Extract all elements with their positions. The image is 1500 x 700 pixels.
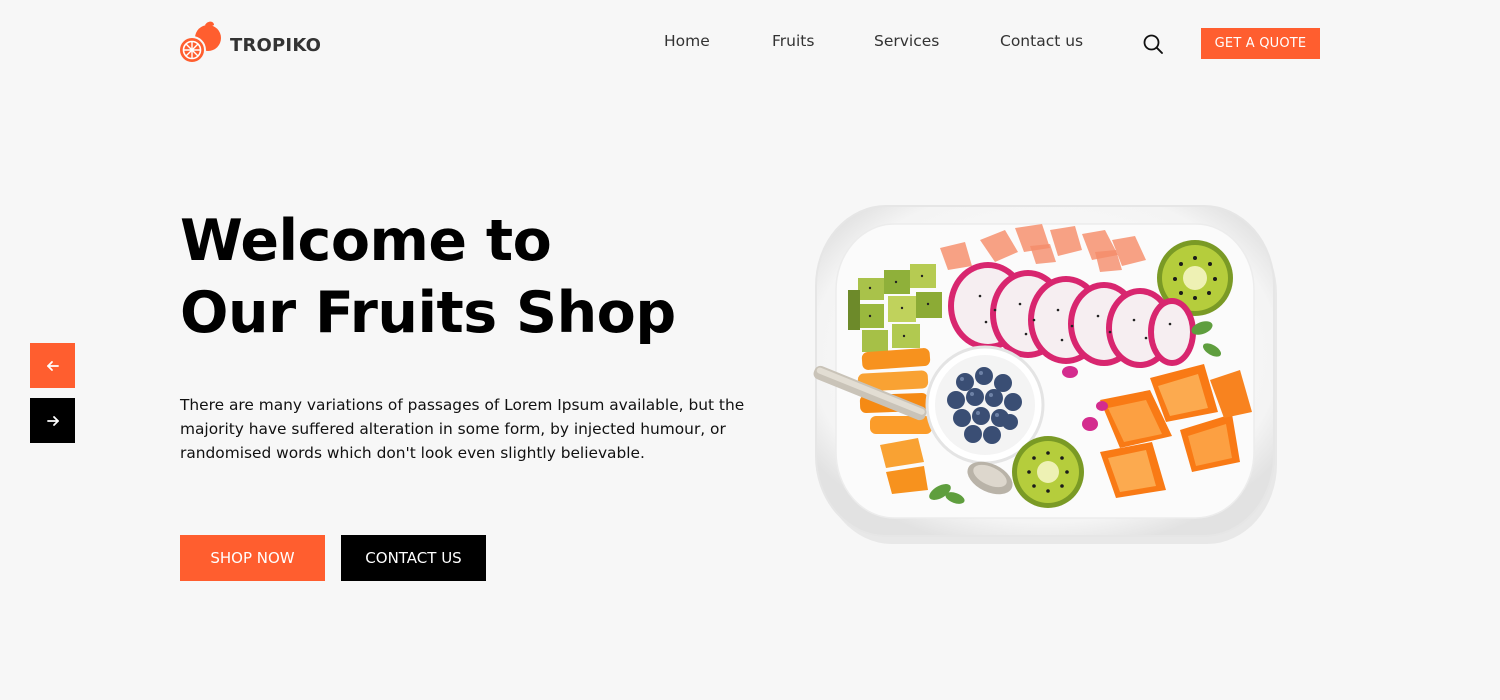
slider-next-button[interactable] (30, 398, 75, 443)
hero-title: Welcome to Our Fruits Shop (180, 205, 676, 349)
nav-item-fruits[interactable]: Fruits (772, 32, 814, 50)
hero-title-line-2: Our Fruits Shop (180, 280, 676, 346)
site-header: TROPIKO Home Fruits Services Contact us … (0, 0, 1500, 86)
brand-name: TROPIKO (230, 34, 322, 56)
search-icon (1143, 34, 1163, 54)
search-button[interactable] (1142, 33, 1164, 55)
hero-title-line-1: Welcome to (180, 208, 552, 274)
slider-prev-button[interactable] (30, 343, 75, 388)
arrow-left-icon (46, 360, 59, 371)
nav-item-home[interactable]: Home (664, 32, 710, 50)
nav-item-services[interactable]: Services (874, 32, 939, 50)
contact-us-button[interactable]: CONTACT US (341, 535, 486, 581)
nav-item-contact-us[interactable]: Contact us (1000, 32, 1083, 50)
shop-now-button[interactable]: SHOP NOW (180, 535, 325, 581)
hero-description: There are many variations of passages of… (180, 396, 745, 462)
get-a-quote-button[interactable]: GET A QUOTE (1201, 28, 1320, 59)
logo[interactable]: TROPIKO (178, 20, 321, 66)
arrow-right-icon (46, 415, 59, 426)
orange-fruit-icon (178, 21, 221, 64)
fruit-platter-image (813, 205, 1277, 544)
